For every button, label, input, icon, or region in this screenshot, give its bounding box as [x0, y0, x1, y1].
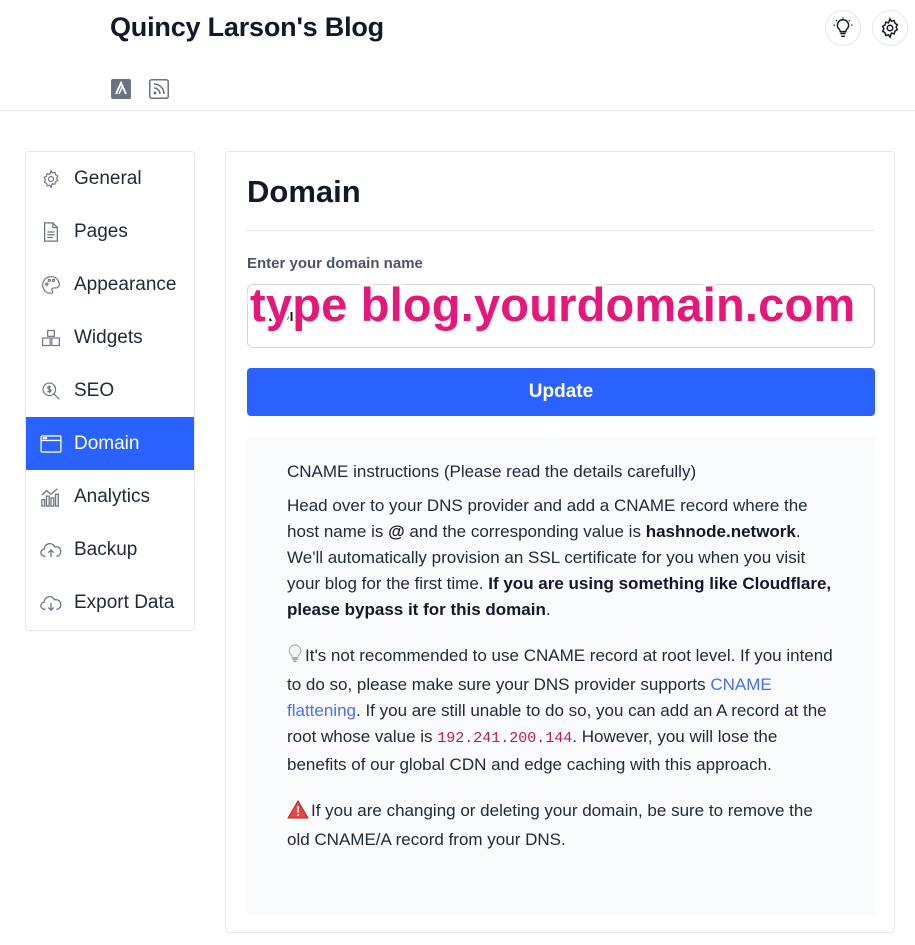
lightbulb-icon	[833, 17, 853, 37]
cloud-upload-icon	[40, 539, 62, 561]
sidebar-item-appearance[interactable]: Appearance	[26, 258, 194, 311]
blog-title[interactable]: Quincy Larson's Blog	[110, 12, 384, 43]
ip-address: 192.241.200.144	[437, 730, 573, 747]
sidebar-item-label: Domain	[74, 432, 140, 454]
divider	[247, 230, 875, 231]
social-links	[110, 79, 170, 99]
sidebar-item-label: SEO	[74, 379, 115, 401]
sidebar-item-analytics[interactable]: Analytics	[26, 470, 194, 523]
settings-button[interactable]	[872, 10, 908, 46]
sidebar-item-label: Pages	[74, 220, 128, 242]
sidebar-item-pages[interactable]: Pages	[26, 205, 194, 258]
sidebar-item-label: Backup	[74, 538, 138, 560]
page-title: Domain	[247, 174, 361, 209]
rss-icon[interactable]	[148, 79, 170, 99]
sidebar-item-backup[interactable]: Backup	[26, 523, 194, 576]
cloud-download-icon	[40, 592, 62, 614]
theme-toggle-button[interactable]	[825, 10, 861, 46]
sidebar-item-label: Analytics	[74, 485, 151, 507]
instructions-paragraph-2: It's not recommended to use CNAME record…	[287, 644, 833, 774]
instructions-paragraph-3: If you are changing or deleting your dom…	[287, 800, 813, 849]
update-button[interactable]: Update	[247, 368, 875, 416]
instructions-title: CNAME instructions (Please read the deta…	[287, 462, 697, 481]
cname-instructions: CNAME instructions (Please read the deta…	[247, 437, 875, 915]
domain-settings-card: Domain Enter your domain name Update CNA…	[225, 151, 895, 933]
document-icon	[40, 221, 62, 243]
warning-icon	[287, 800, 309, 827]
gear-icon	[40, 168, 62, 190]
hashnode-icon[interactable]	[110, 79, 132, 99]
sidebar-item-label: Appearance	[74, 273, 177, 295]
sidebar-item-seo[interactable]: SEO	[26, 364, 194, 417]
settings-sidebar: General Pages Appearance Widgets SEO Dom…	[25, 151, 195, 631]
sidebar-item-general[interactable]: General	[26, 152, 194, 205]
sidebar-item-label: Widgets	[74, 326, 143, 348]
sidebar-item-domain[interactable]: Domain	[26, 417, 194, 470]
palette-icon	[40, 274, 62, 296]
bar-chart-icon	[40, 486, 62, 508]
sidebar-item-widgets[interactable]: Widgets	[26, 311, 194, 364]
lightbulb-icon	[287, 644, 303, 672]
site-header: Quincy Larson's Blog	[0, 0, 915, 111]
domain-field-label: Enter your domain name	[247, 255, 423, 272]
sidebar-item-label: Export Data	[74, 591, 175, 613]
domain-input[interactable]	[247, 284, 875, 348]
sidebar-item-label: General	[74, 167, 142, 189]
instructions-paragraph-1: Head over to your DNS provider and add a…	[287, 496, 832, 619]
browser-window-icon	[40, 433, 62, 455]
sidebar-item-export-data[interactable]: Export Data	[26, 576, 194, 629]
widgets-icon	[40, 327, 62, 349]
search-dollar-icon	[40, 380, 62, 402]
gear-icon	[881, 17, 899, 39]
